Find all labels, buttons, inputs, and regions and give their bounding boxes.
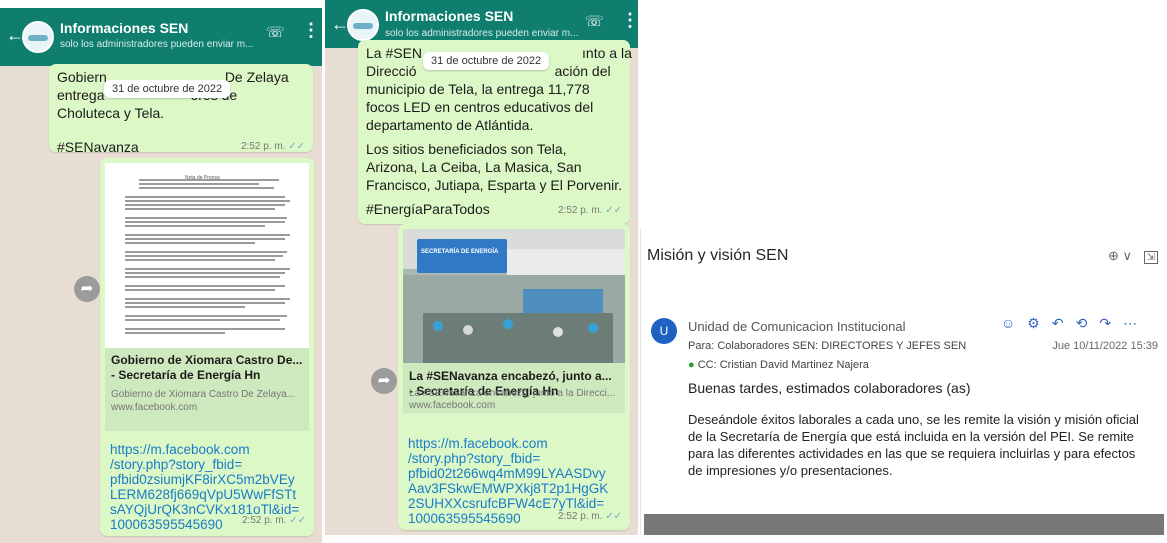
- message-text: entrega: [57, 87, 105, 103]
- chat-subtitle: solo los administradores pueden enviar m…: [60, 39, 254, 50]
- preview-title: Gobierno de Xiomara Castro De... - Secre…: [111, 353, 303, 382]
- forward-icon[interactable]: ➦: [371, 368, 397, 394]
- call-add-icon[interactable]: ☏: [266, 23, 285, 41]
- email-to: Para: Colaboradores SEN: DIRECTORES Y JE…: [688, 340, 967, 352]
- email-body: Deseándole éxitos laborales a cada uno, …: [688, 412, 1139, 478]
- date-pill: 31 de octubre de 2022: [104, 80, 231, 98]
- email-subject: Misión y visión SEN: [647, 247, 789, 264]
- press-release-image: Nota de Prensa: [105, 163, 309, 348]
- hashtag[interactable]: #SENavanza: [57, 138, 139, 156]
- chat-title[interactable]: Informaciones SEN: [385, 8, 513, 24]
- message-text: Francisco, Jutiapa, Esparta y El Porveni…: [366, 177, 622, 193]
- read-ticks-icon: ✓✓: [605, 205, 622, 216]
- message-bubble[interactable]: GobiernDe Zelaya entregaores de Cholutec…: [49, 64, 313, 155]
- message-text: Direcció: [366, 63, 417, 79]
- message-text: ınto a la: [582, 45, 632, 61]
- email-date: Jue 10/11/2022 15:39: [1052, 340, 1158, 352]
- chat-title[interactable]: Informaciones SEN: [60, 20, 188, 36]
- preview-url: www.facebook.com: [111, 402, 198, 413]
- emoji-react-icon[interactable]: ☺: [1001, 315, 1027, 331]
- more-options-icon[interactable]: ⋮: [302, 20, 320, 41]
- more-options-icon[interactable]: ⋮: [621, 10, 638, 31]
- message-text: De Zelaya: [224, 69, 289, 85]
- call-add-icon[interactable]: ☏: [585, 12, 604, 30]
- date-pill: 31 de octubre de 2022: [423, 52, 550, 70]
- zoom-dropdown[interactable]: ⊕ ∨: [1108, 248, 1132, 263]
- sender-avatar: U: [651, 318, 677, 344]
- read-ticks-icon: ✓✓: [288, 141, 305, 152]
- email-actions: ☺⚙↶⟲↷⋯: [1001, 315, 1149, 332]
- read-ticks-icon: ✓✓: [605, 511, 622, 522]
- message-text: ación del: [554, 63, 611, 79]
- email-toolbar: ⊕ ∨ ⇲: [1108, 248, 1158, 264]
- message-text: Choluteca y Tela.: [57, 105, 165, 121]
- chat-subtitle: solo los administradores pueden enviar m…: [385, 28, 579, 39]
- reply-icon[interactable]: ↶: [1052, 315, 1076, 331]
- message-time: 2:52 p. m. ✓✓: [557, 205, 622, 216]
- presence-icon: ●: [688, 359, 695, 371]
- whatsapp-screenshot-right: ← Informaciones SEN solo los administrad…: [325, 0, 638, 535]
- email-cc: ● CC: Cristian David Martinez Najera: [688, 359, 869, 371]
- forward-icon[interactable]: ➦: [74, 276, 100, 302]
- hashtag[interactable]: #EnergíaParaTodos: [366, 200, 490, 218]
- link-message-bubble[interactable]: SECRETARÍA DE ENERGÍA La #SENavanza enca…: [398, 224, 630, 530]
- message-text: Gobiern: [57, 69, 107, 85]
- message-text: departamento de Atlántida.: [366, 117, 534, 133]
- message-time: 2:52 p. m. ✓✓: [240, 141, 305, 152]
- banner-text: SECRETARÍA DE ENERGÍA: [421, 249, 499, 255]
- popout-icon[interactable]: ⇲: [1143, 251, 1158, 264]
- message-text: focos LED en centros educativos del: [366, 99, 594, 115]
- group-avatar[interactable]: [347, 9, 379, 41]
- flag-icon[interactable]: ⚙: [1027, 315, 1052, 331]
- preview-url: www.facebook.com: [409, 400, 496, 411]
- link-message-bubble[interactable]: Nota de Prensa Gobierno de Xiomara Castr…: [100, 158, 314, 536]
- attached-image-placeholder: [644, 514, 1164, 535]
- message-time: 2:52 p. m. ✓✓: [557, 511, 622, 522]
- forward-icon[interactable]: ↷: [1099, 315, 1123, 331]
- link-preview[interactable]: SECRETARÍA DE ENERGÍA La #SENavanza enca…: [403, 229, 625, 413]
- more-icon[interactable]: ⋯: [1123, 315, 1149, 331]
- link-preview[interactable]: Nota de Prensa Gobierno de Xiomara Castr…: [105, 163, 309, 431]
- whatsapp-screenshot-left: ← Informaciones SEN solo los administrad…: [0, 8, 322, 543]
- email-greeting: Buenas tardes, estimados colaboradores (…: [688, 380, 971, 396]
- read-ticks-icon: ✓✓: [289, 515, 306, 526]
- message-text: Arizona, La Ceiba, La Masica, San: [366, 159, 582, 175]
- message-text: municipio de Tela, la entrega 11,778: [366, 81, 590, 97]
- message-text: Los sitios beneficiados son Tela,: [366, 141, 567, 157]
- sender-name[interactable]: Unidad de Comunicacion Institucional: [688, 319, 906, 334]
- chat-header: ← Informaciones SEN solo los administrad…: [0, 8, 322, 66]
- preview-description: Gobierno de Xiomara Castro De Zelaya...: [111, 389, 295, 400]
- message-text: La #SEN: [366, 45, 423, 61]
- email-view: Misión y visión SEN ⊕ ∨ ⇲ U Unidad de Co…: [640, 228, 1167, 535]
- event-photo: SECRETARÍA DE ENERGÍA: [403, 229, 625, 363]
- message-time: 2:52 p. m. ✓✓: [241, 515, 306, 526]
- group-avatar[interactable]: [22, 21, 54, 53]
- reply-all-icon[interactable]: ⟲: [1076, 315, 1100, 331]
